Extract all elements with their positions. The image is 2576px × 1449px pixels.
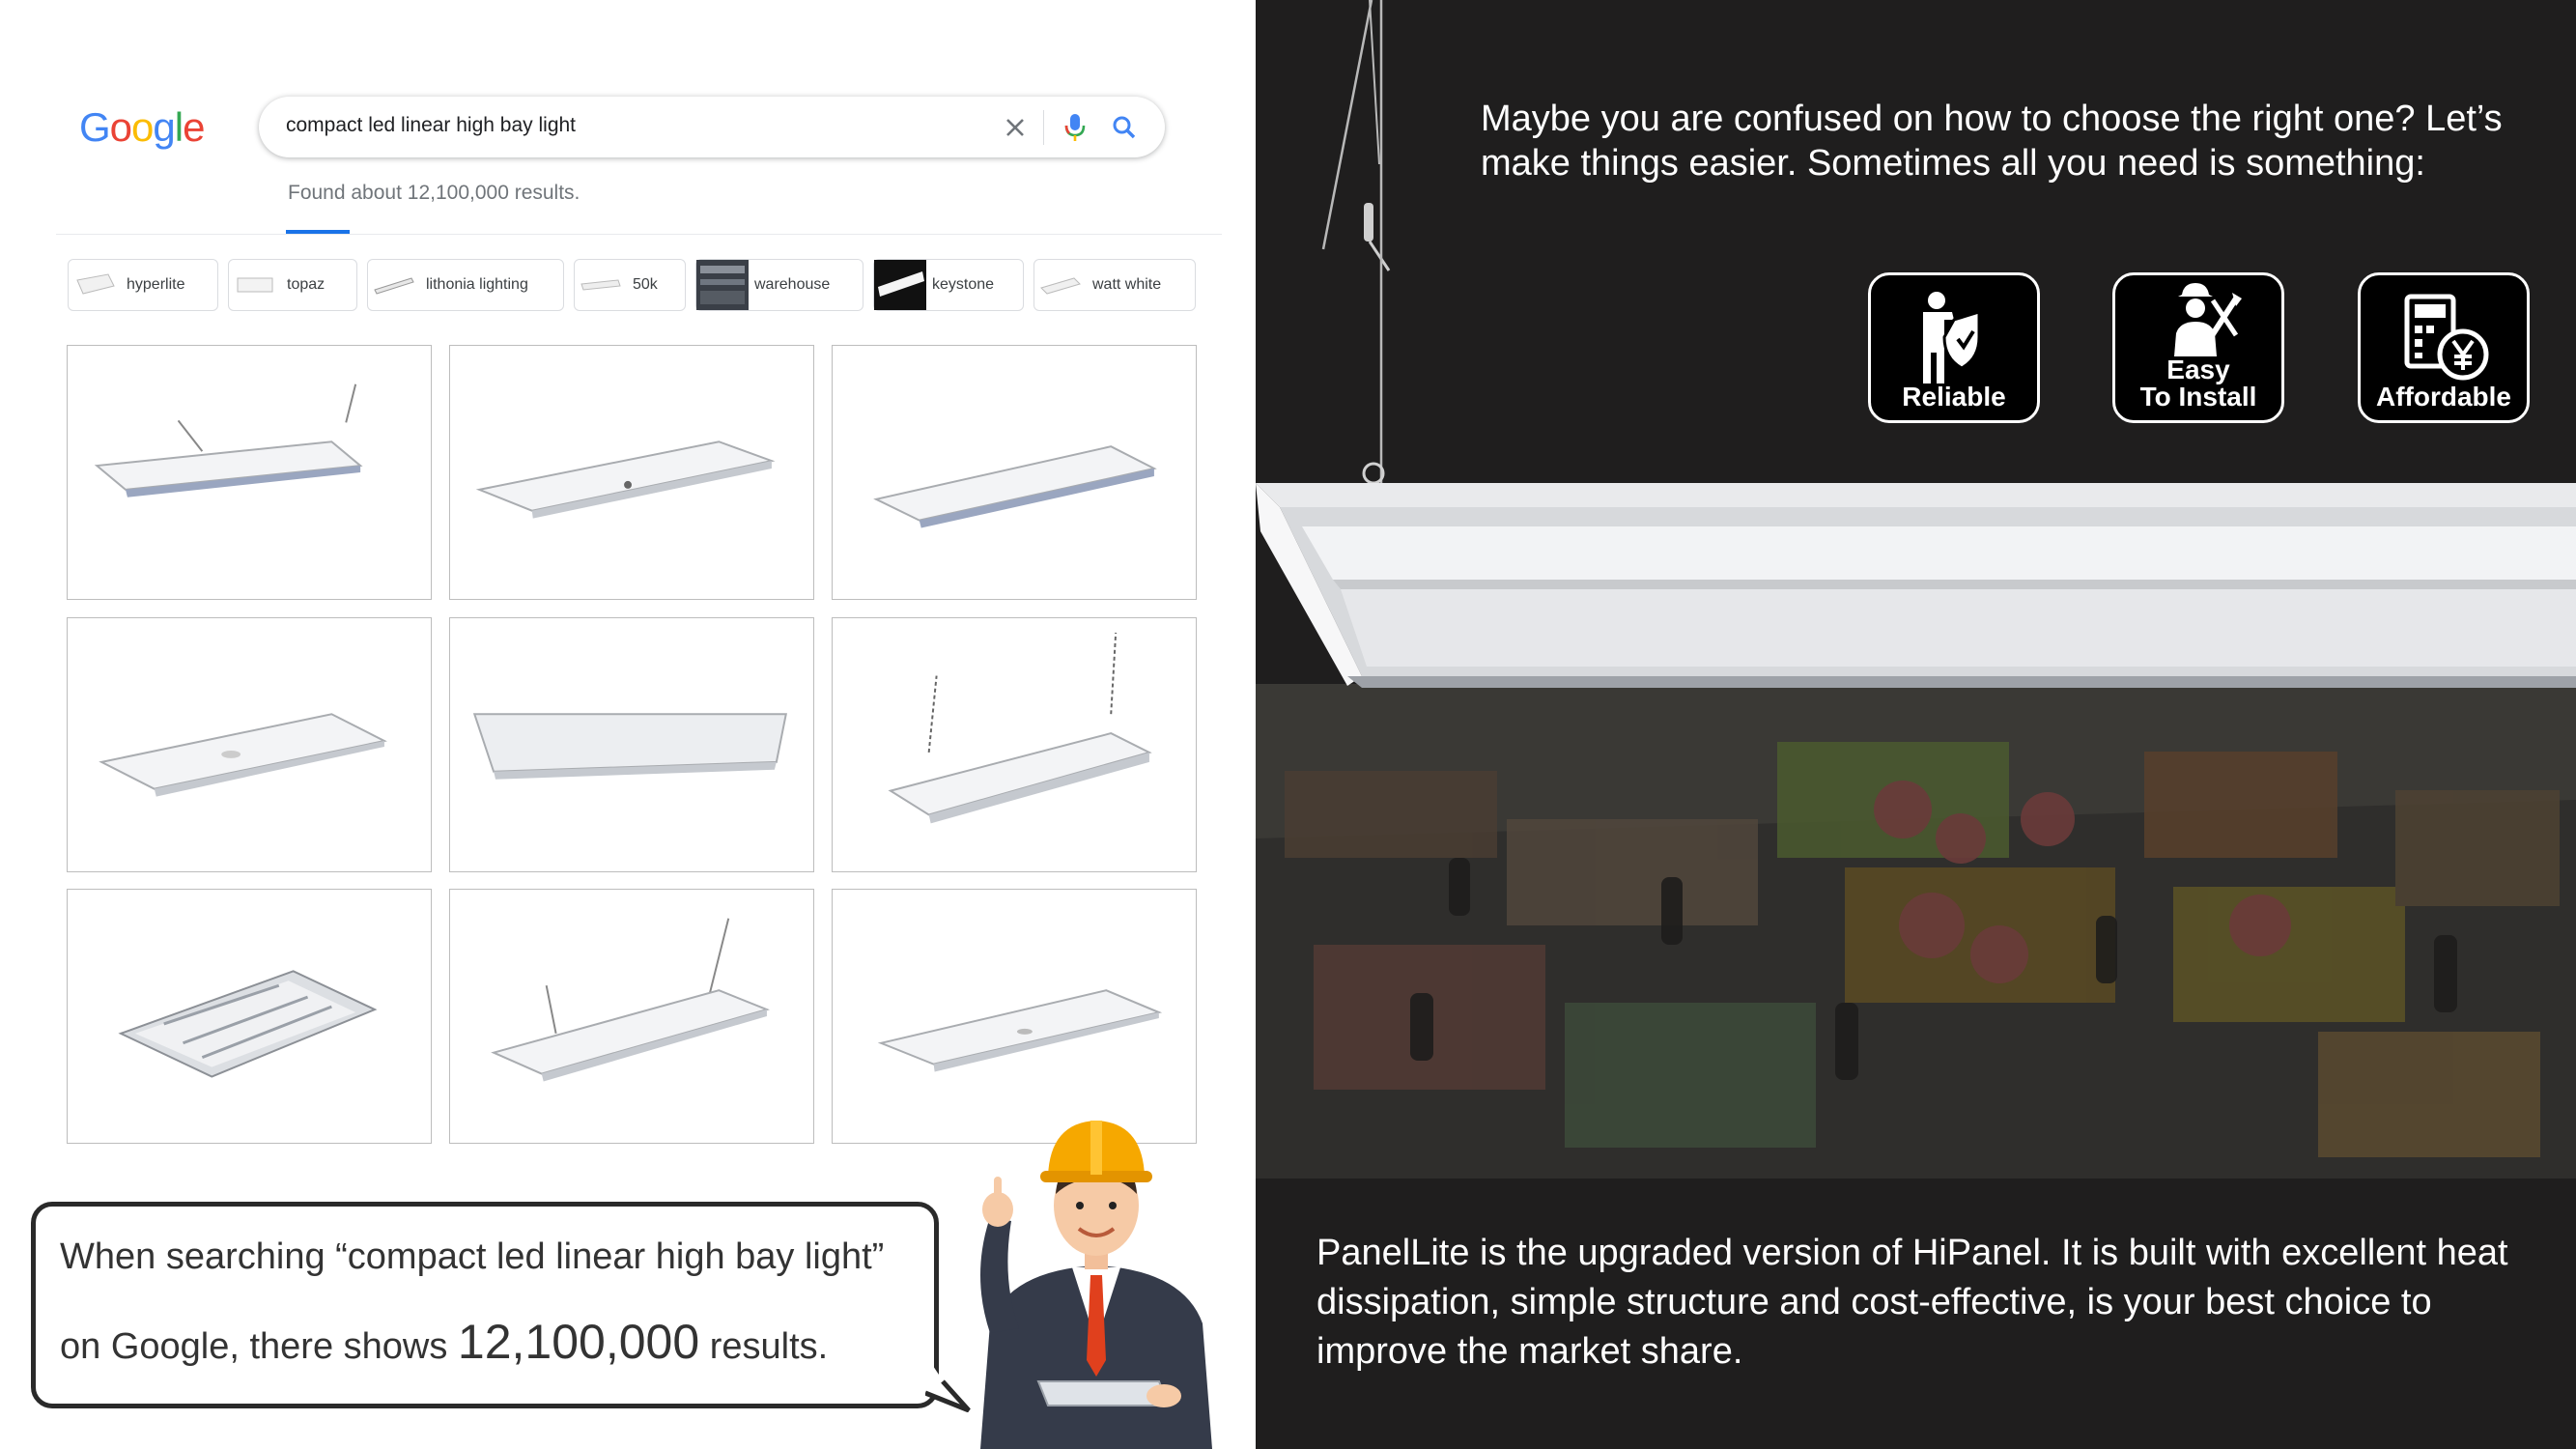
chip-label: lithonia lighting	[426, 276, 528, 293]
market-background-photo	[1256, 684, 2576, 1179]
search-bar[interactable]: compact led linear high bay light	[259, 97, 1165, 157]
results-count: Found about 12,100,000 results.	[288, 182, 580, 204]
chip-warehouse[interactable]: warehouse	[695, 259, 863, 311]
callout-prefix: on Google, there shows	[60, 1326, 458, 1367]
feature-easy-install: Easy To Install	[2112, 272, 2284, 423]
image-result[interactable]	[832, 345, 1197, 600]
image-result[interactable]	[449, 617, 814, 872]
callout-line-1: When searching “compact led linear high …	[60, 1236, 885, 1277]
engineer-illustration	[980, 1121, 1212, 1449]
chip-label: keystone	[932, 276, 995, 293]
chip-label: topaz	[287, 276, 326, 293]
chip-thumbnail	[1034, 260, 1087, 310]
search-divider	[1043, 110, 1044, 145]
image-result[interactable]	[67, 345, 432, 600]
chip-thumbnail	[874, 260, 926, 310]
feature-label-easy-install: Easy To Install	[2139, 355, 2257, 412]
calculator-yen-icon	[2404, 294, 2489, 381]
chip-thumbnail	[575, 260, 627, 310]
worker-tools-icon	[2174, 283, 2242, 356]
person-shield-icon	[1923, 292, 1981, 384]
chip-label: 50k	[633, 276, 658, 293]
image-result[interactable]	[449, 345, 814, 600]
feature-label-affordable: Affordable	[2376, 382, 2511, 412]
chip-lithonia-lighting[interactable]: lithonia lighting	[367, 259, 564, 311]
chip-thumbnail	[69, 260, 121, 310]
feature-reliable: Reliable	[1868, 272, 2040, 423]
image-result[interactable]	[67, 889, 432, 1144]
chip-label: watt white	[1092, 276, 1162, 293]
feature-affordable: Affordable	[2358, 272, 2530, 423]
chip-thumbnail	[368, 260, 420, 310]
speech-bubble	[31, 1202, 939, 1408]
intro-text: Maybe you are confused on how to choose …	[1481, 99, 2503, 184]
feature-label-reliable: Reliable	[1902, 382, 2006, 412]
chip-thumbnail	[696, 260, 749, 310]
chip-label: warehouse	[754, 276, 831, 293]
google-logo[interactable]: Google	[79, 104, 205, 151]
product-info-panel: Maybe you are confused on how to choose …	[1256, 0, 2576, 1449]
search-icon[interactable]	[1105, 108, 1144, 147]
chip-watt-white[interactable]: watt white	[1033, 259, 1196, 311]
clear-icon[interactable]	[996, 108, 1034, 147]
chip-thumbnail	[229, 260, 281, 310]
chip-50k[interactable]: 50k	[574, 259, 686, 311]
microphone-icon[interactable]	[1056, 108, 1094, 147]
callout-suffix: results.	[699, 1326, 829, 1367]
image-result[interactable]	[449, 889, 814, 1144]
product-description: PanelLite is the upgraded version of HiP…	[1316, 1233, 2508, 1372]
search-results-panel: Google compact led linear high bay light…	[0, 0, 1256, 1449]
chip-label: hyperlite	[127, 276, 185, 293]
callout-line-2: on Google, there shows 12,100,000 result…	[60, 1314, 828, 1370]
image-result[interactable]	[67, 617, 432, 872]
header-divider	[56, 234, 1222, 235]
image-result[interactable]	[832, 617, 1197, 872]
search-input[interactable]: compact led linear high bay light	[286, 114, 576, 137]
chip-keystone[interactable]: keystone	[873, 259, 1024, 311]
chip-hyperlite[interactable]: hyperlite	[68, 259, 218, 311]
chip-topaz[interactable]: topaz	[228, 259, 357, 311]
callout-number: 12,100,000	[457, 1315, 700, 1369]
